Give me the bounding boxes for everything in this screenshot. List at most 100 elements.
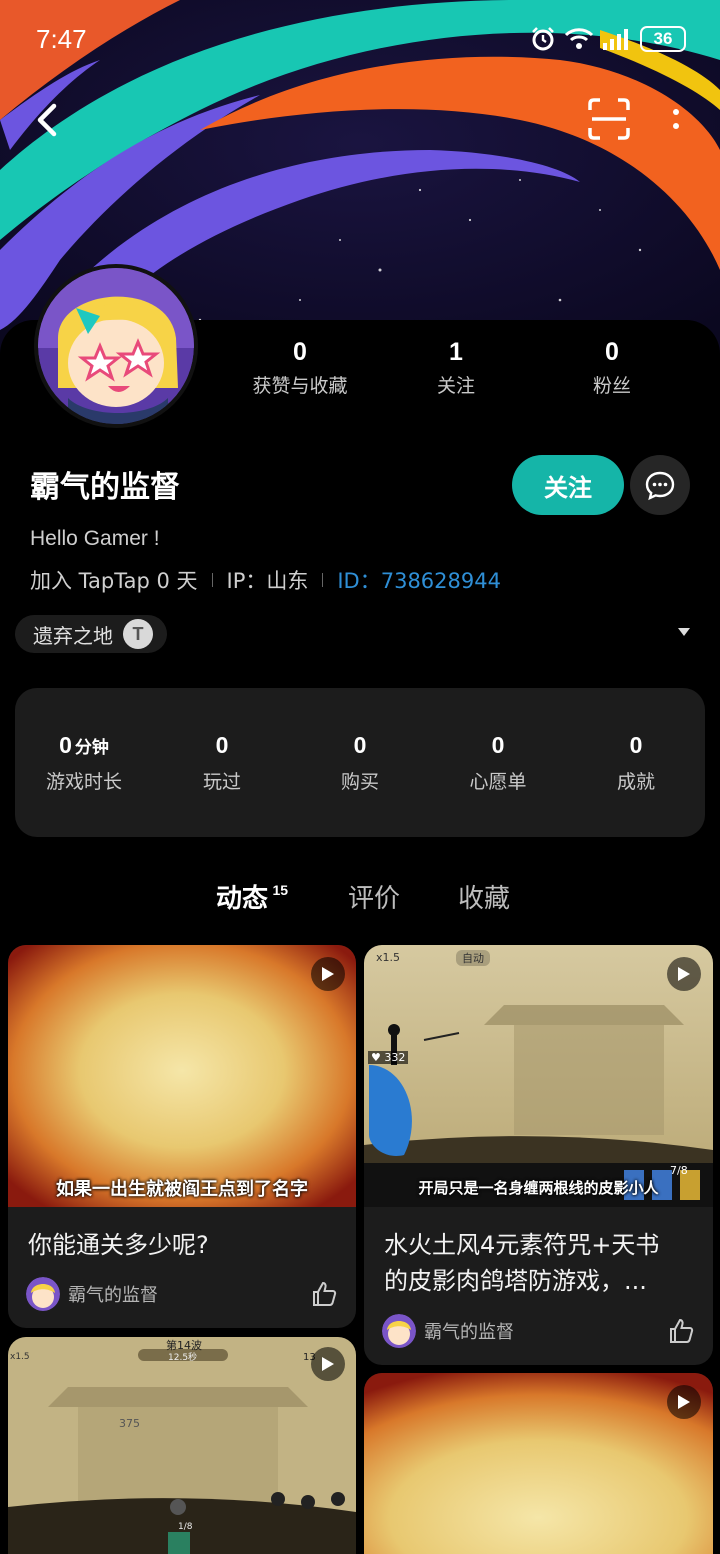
status-bar: 7:47 36 bbox=[0, 0, 720, 84]
join-duration: 加入 TapTap 0 天 bbox=[30, 569, 198, 593]
stat-label: 获赞与收藏 bbox=[252, 375, 348, 397]
status-time: 7:47 bbox=[36, 24, 87, 54]
stat-playtime[interactable]: 0 分钟 游戏时长 bbox=[15, 732, 153, 794]
author-name[interactable]: 霸气的监督 bbox=[68, 1281, 310, 1307]
thumbs-up-icon[interactable] bbox=[667, 1317, 695, 1345]
video-thumbnail: x1.5 第14波 12.5秒 375 13 1/8 bbox=[8, 1337, 356, 1554]
fire-background-image bbox=[8, 945, 356, 1207]
battery-indicator: 36 bbox=[640, 26, 686, 52]
tab-favorites[interactable]: 收藏 bbox=[458, 878, 510, 915]
stat-label: 购买 bbox=[340, 770, 379, 793]
hud-speed: x1.5 bbox=[376, 951, 401, 964]
badge-label: 遗弃之地 bbox=[33, 623, 113, 648]
hud-speed: x1.5 bbox=[10, 1352, 30, 1362]
stat-purchased[interactable]: 0 购买 bbox=[291, 732, 429, 794]
chat-bubble-icon bbox=[645, 471, 675, 501]
back-arrow-icon[interactable] bbox=[26, 96, 70, 144]
more-options-icon[interactable] bbox=[662, 100, 690, 140]
stat-label: 成就 bbox=[616, 770, 655, 793]
post-title: 水火土风4元素符咒+天书 的皮影肉鸽塔防游戏，... bbox=[364, 1207, 713, 1299]
feed-card[interactable]: x1.5 第14波 12.5秒 375 13 1/8 bbox=[8, 1337, 356, 1554]
title-badge[interactable]: 遗弃之地 T bbox=[15, 615, 167, 653]
play-icon bbox=[311, 1347, 345, 1381]
stat-value: 0 bbox=[605, 338, 619, 366]
signal-icon bbox=[603, 29, 628, 50]
post-title-line: 的皮影肉鸽塔防游戏，... bbox=[384, 1267, 647, 1295]
video-thumbnail bbox=[364, 1373, 713, 1554]
feed-card[interactable]: x1.5 自动 ♥ 332 7/8 开局只是一名身缠两根线的皮影小人 水火土风4… bbox=[364, 945, 713, 1365]
follow-button[interactable]: 关注 bbox=[512, 455, 624, 515]
hud-auto: 自动 bbox=[456, 950, 490, 966]
stat-following[interactable]: 1 关注 bbox=[378, 338, 534, 398]
fire-background-image bbox=[364, 1373, 713, 1554]
stat-played[interactable]: 0 玩过 bbox=[153, 732, 291, 794]
taptap-badge-icon: T bbox=[123, 619, 153, 649]
tab-reviews[interactable]: 评价 bbox=[348, 878, 400, 915]
ip-location: IP：山东 bbox=[226, 569, 309, 593]
stat-value: 0 bbox=[215, 731, 229, 758]
stat-value: 0 bbox=[293, 338, 307, 366]
play-icon bbox=[311, 957, 345, 991]
play-icon bbox=[667, 1385, 701, 1419]
stat-value: 1 bbox=[449, 338, 463, 366]
profile-meta: 加入 TapTap 0 天 IP：山东 ID：738628944 bbox=[30, 565, 501, 595]
hud-wave: 7/8 bbox=[670, 1164, 688, 1177]
divider bbox=[211, 573, 213, 587]
status-icons: 36 bbox=[530, 26, 686, 52]
avatar-illustration bbox=[38, 268, 194, 424]
tab-count-badge: 15 bbox=[272, 882, 289, 898]
stat-unit: 分钟 bbox=[74, 737, 109, 758]
video-caption: 如果一出生就被阎王点到了名字 bbox=[56, 1179, 308, 1200]
tab-label: 动态 bbox=[216, 884, 269, 914]
health-value: 332 bbox=[384, 1051, 406, 1064]
tab-posts[interactable]: 动态 15 bbox=[216, 878, 288, 921]
post-title: 你能通关多少呢? bbox=[28, 1231, 209, 1259]
thumbs-up-icon[interactable] bbox=[310, 1280, 338, 1308]
stat-label: 游戏时长 bbox=[45, 770, 122, 793]
stat-value: 0 bbox=[629, 731, 643, 758]
post-title-line: 水火土风4元素符咒+天书 bbox=[384, 1231, 660, 1259]
profile-tabs: 动态 15 评价 收藏 bbox=[216, 878, 568, 921]
hud-timer: 12.5秒 bbox=[168, 1353, 198, 1363]
feed-card[interactable]: 如果一出生就被阎王点到了名字 你能通关多少呢? 霸气的监督 bbox=[8, 945, 356, 1328]
author-avatar[interactable] bbox=[26, 1277, 60, 1311]
stat-value: 0 bbox=[353, 731, 367, 758]
divider bbox=[322, 573, 324, 587]
play-icon bbox=[667, 957, 701, 991]
author-avatar[interactable] bbox=[382, 1314, 416, 1348]
stat-followers[interactable]: 0 粉丝 bbox=[534, 338, 690, 398]
stat-label: 玩过 bbox=[202, 770, 241, 793]
username: 霸气的监督 bbox=[30, 470, 180, 505]
active-tab-indicator bbox=[218, 914, 276, 921]
wifi-icon bbox=[564, 28, 594, 49]
scan-icon[interactable] bbox=[586, 96, 632, 142]
chevron-down-icon[interactable] bbox=[678, 628, 690, 636]
stat-wishlist[interactable]: 0 心愿单 bbox=[429, 732, 567, 794]
video-caption: 开局只是一名身缠两根线的皮影小人 bbox=[418, 1179, 659, 1197]
stat-label: 关注 bbox=[436, 375, 475, 397]
message-button[interactable] bbox=[630, 455, 690, 515]
post-footer: 霸气的监督 bbox=[26, 1277, 338, 1311]
stat-label: 粉丝 bbox=[592, 375, 631, 397]
game-screenshot-image bbox=[364, 945, 713, 1207]
stat-value: 0 bbox=[59, 731, 72, 758]
bio-text: Hello Gamer ! bbox=[30, 527, 160, 550]
alarm-icon bbox=[532, 27, 554, 51]
game-stats-panel: 0 分钟 游戏时长 0 玩过 0 购买 0 心愿单 0 成就 bbox=[15, 688, 705, 837]
hud-page: 1/8 bbox=[178, 1522, 193, 1532]
video-thumbnail: x1.5 自动 ♥ 332 7/8 开局只是一名身缠两根线的皮影小人 bbox=[364, 945, 713, 1207]
stat-achievements[interactable]: 0 成就 bbox=[567, 732, 705, 794]
stat-likes[interactable]: 0 获赞与收藏 bbox=[222, 338, 378, 398]
stat-label: 心愿单 bbox=[469, 770, 527, 793]
heart-icon: ♥ bbox=[371, 1051, 381, 1064]
profile-stats: 0 获赞与收藏 1 关注 0 粉丝 bbox=[222, 338, 690, 398]
user-id-link[interactable]: ID：738628944 bbox=[337, 565, 501, 595]
stat-value: 0 bbox=[491, 731, 505, 758]
avatar[interactable] bbox=[34, 264, 198, 428]
author-name[interactable]: 霸气的监督 bbox=[424, 1318, 667, 1344]
tab-label: 评价 bbox=[348, 884, 401, 914]
hud-health: ♥ 332 bbox=[368, 1051, 409, 1064]
video-thumbnail: 如果一出生就被阎王点到了名字 bbox=[8, 945, 356, 1207]
hud-score: 375 bbox=[119, 1417, 140, 1430]
feed-card[interactable] bbox=[364, 1373, 713, 1554]
